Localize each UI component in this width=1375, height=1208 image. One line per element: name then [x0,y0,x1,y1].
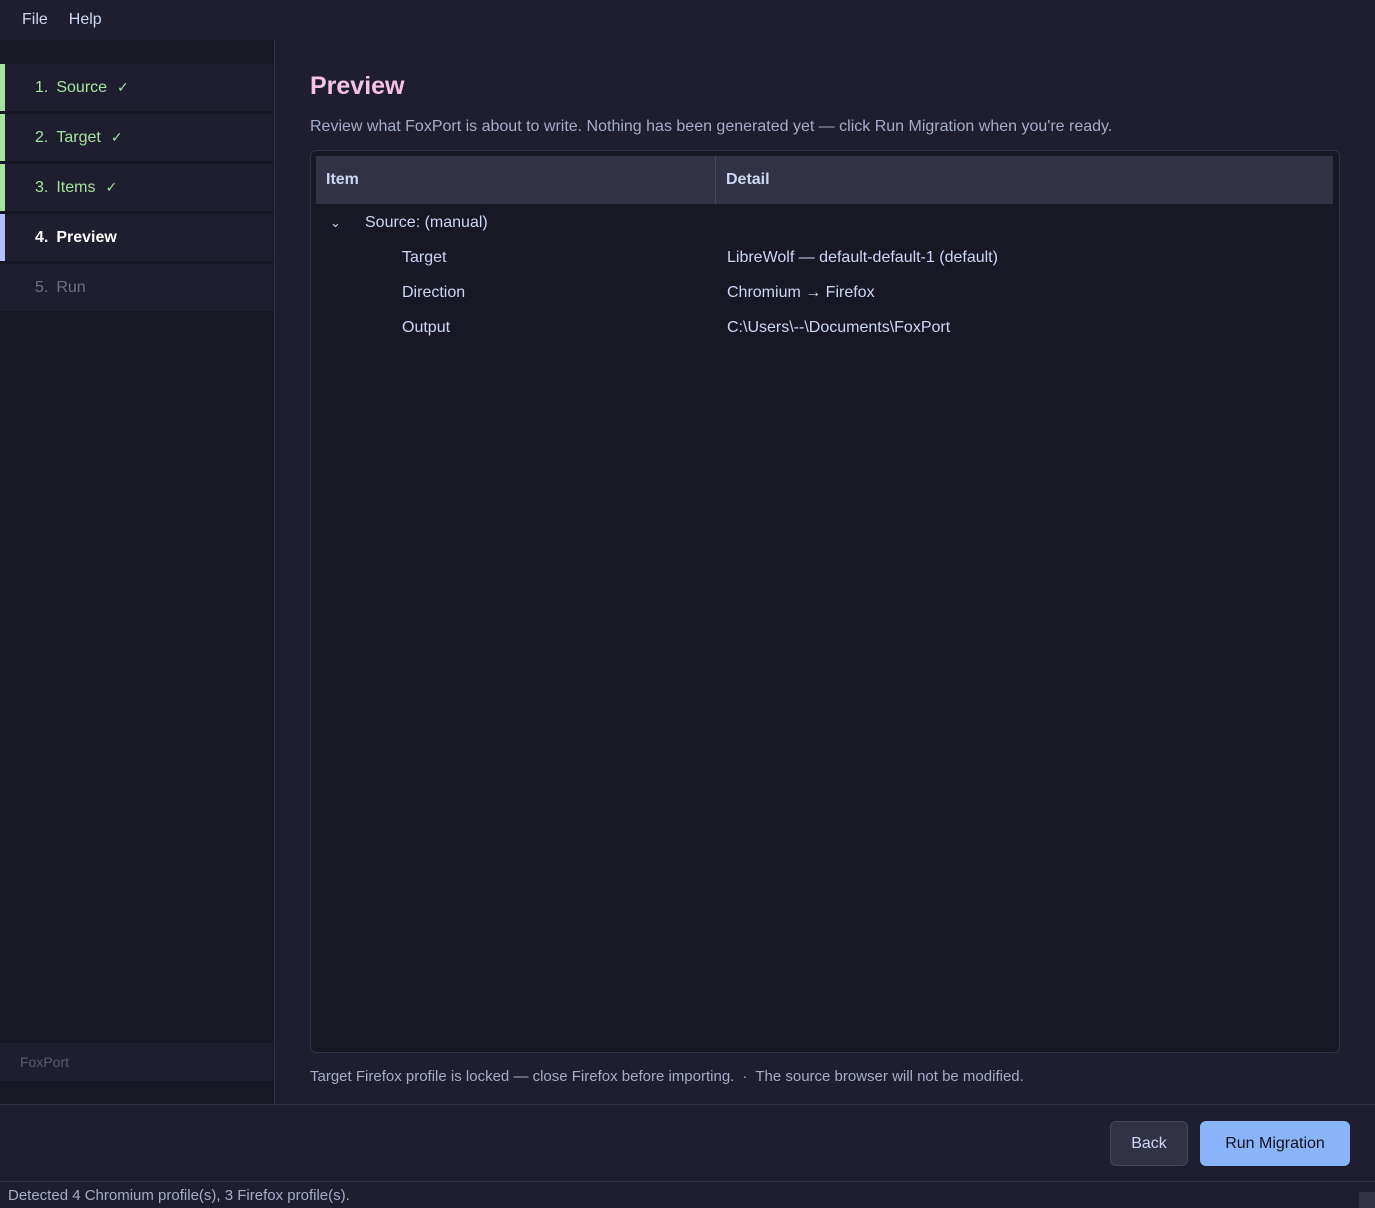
step-number: 3. [35,178,49,196]
button-bar: Back Run Migration [0,1104,1375,1181]
lock-warning-text: Target Firefox profile is locked — close… [310,1068,735,1085]
table-row[interactable]: Direction Chromium → Firefox [316,275,1333,310]
check-icon: ✓ [117,79,129,95]
check-icon: ✓ [110,129,123,145]
step-label: Preview [56,228,117,246]
footer-note: Target Firefox profile is locked — close… [310,1068,1024,1085]
step-label: Source [56,78,108,96]
menu-file[interactable]: File [0,11,48,29]
row-detail: Chromium → Firefox [727,283,875,301]
table-row[interactable]: Output C:\Users\--\Documents\FoxPort [316,310,1333,345]
check-icon: ✓ [105,179,118,195]
step-run[interactable]: 5. Run [0,264,273,311]
preview-tree-table[interactable]: Item Detail ⌄ Source: (manual) Target Li… [310,150,1340,1053]
row-item: Target [402,248,447,266]
run-migration-button[interactable]: Run Migration [1200,1121,1350,1166]
tree-group-label: Source: (manual) [365,213,488,231]
step-source[interactable]: 1. Source ✓ [0,64,273,111]
step-number: 1. [35,78,49,96]
menu-bar: File Help [0,0,1375,40]
app-name-footer: FoxPort [0,1043,273,1081]
row-item: Direction [402,283,466,301]
status-text: Detected 4 Chromium profile(s), 3 Firefo… [8,1186,350,1204]
menu-help[interactable]: Help [69,11,102,29]
step-label: Items [56,178,96,196]
row-detail: C:\Users\--\Documents\FoxPort [727,318,951,336]
table-row[interactable]: Target LibreWolf — default-default-1 (de… [316,240,1333,275]
step-number: 5. [35,278,49,296]
status-bar: Detected 4 Chromium profile(s), 3 Firefo… [0,1181,1375,1208]
column-header-detail[interactable]: Detail [716,156,1333,204]
step-target[interactable]: 2. Target ✓ [0,114,273,161]
resize-grip-icon[interactable] [1359,1192,1375,1208]
page-title: Preview [310,72,405,100]
table-header: Item Detail [316,156,1333,204]
main-panel: Preview Review what FoxPort is about to … [276,40,1375,1104]
step-items[interactable]: 3. Items ✓ [0,164,273,211]
source-safe-text: The source browser will not be modified. [755,1068,1024,1085]
sidebar: 1. Source ✓ 2. Target ✓ 3. Items ✓ 4. Pr… [0,40,275,1104]
row-item: Output [402,318,451,336]
back-button[interactable]: Back [1110,1121,1188,1166]
page-subtitle: Review what FoxPort is about to write. N… [310,118,1113,135]
column-header-item[interactable]: Item [316,156,716,204]
tree-group-row[interactable]: ⌄ Source: (manual) [316,205,1333,240]
note-separator: · [742,1068,748,1085]
row-detail: LibreWolf — default-default-1 (default) [727,248,998,266]
chevron-down-icon[interactable]: ⌄ [330,215,341,231]
step-label: Run [56,278,86,296]
step-number: 4. [35,228,49,246]
step-label: Target [56,128,101,146]
step-list: 1. Source ✓ 2. Target ✓ 3. Items ✓ 4. Pr… [0,64,273,314]
step-preview[interactable]: 4. Preview [0,214,273,261]
step-number: 2. [35,128,49,146]
